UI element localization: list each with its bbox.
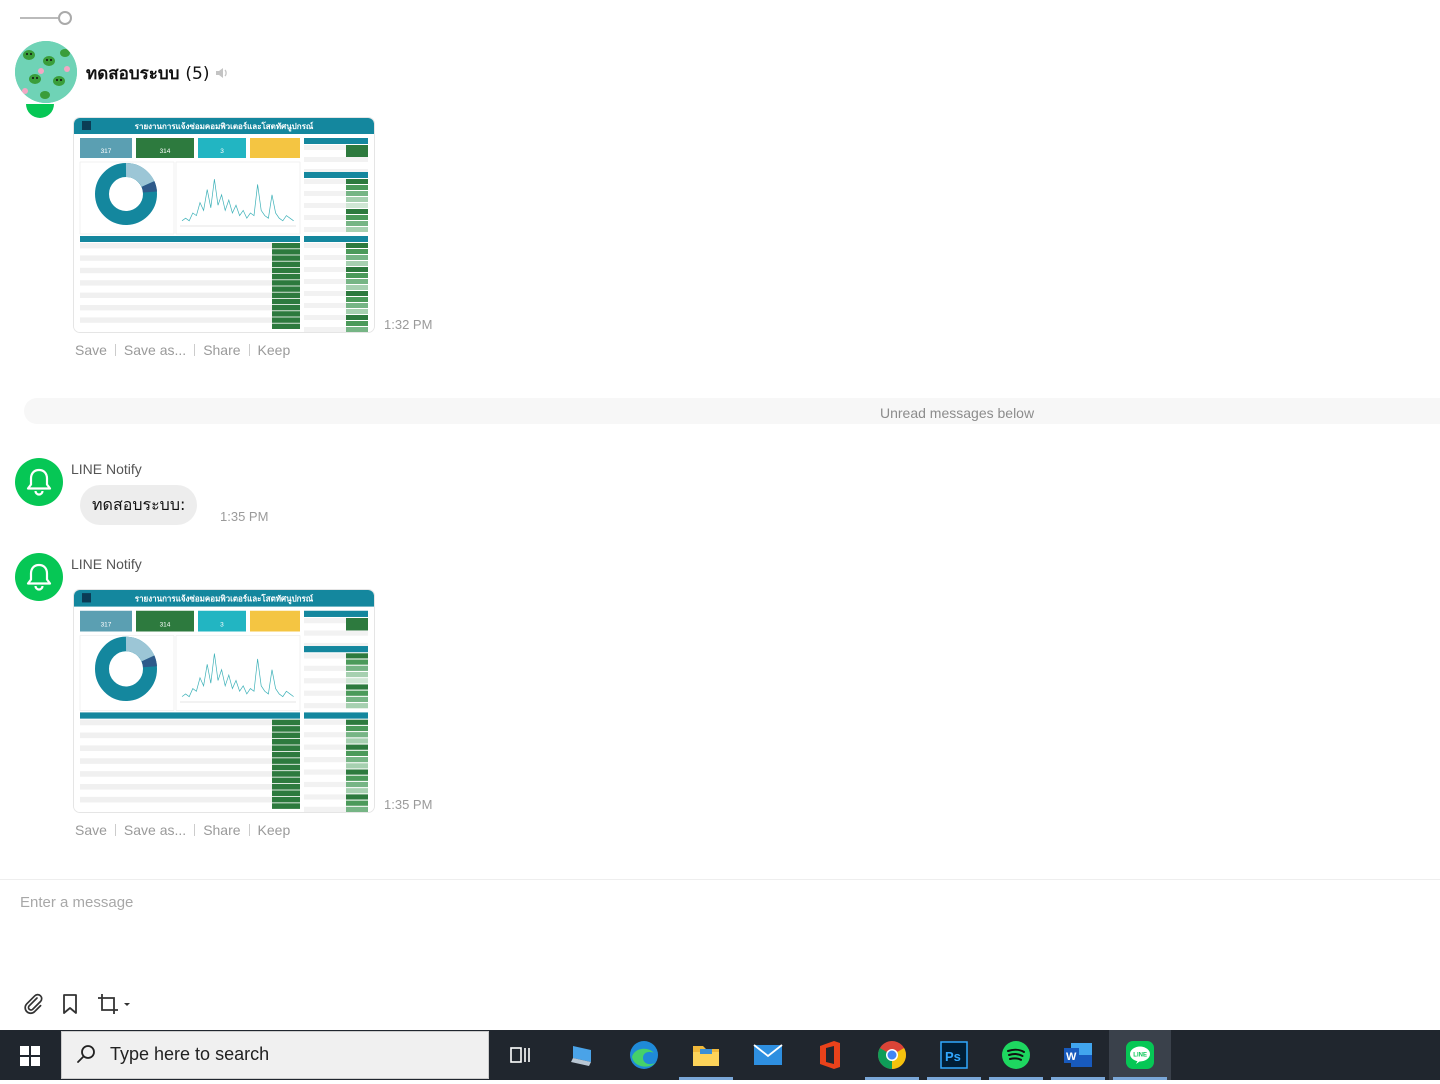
taskbar-app-word[interactable]: W bbox=[1047, 1030, 1109, 1080]
task-view-icon bbox=[510, 1047, 530, 1063]
unread-divider-text: Unread messages below bbox=[880, 405, 1035, 421]
word-icon: W bbox=[1064, 1043, 1092, 1067]
search-placeholder: Type here to search bbox=[110, 1044, 270, 1064]
start-button[interactable] bbox=[0, 1030, 60, 1080]
taskbar-app-line[interactable]: LINE bbox=[1109, 1030, 1171, 1080]
line-notify-avatar[interactable] bbox=[15, 553, 63, 601]
line-app-icon: LINE bbox=[1126, 1041, 1154, 1069]
report-image-thumbnail[interactable]: รายงานการแจ้งซ่อมคอมพิวเตอร์และโสตทัศนูป… bbox=[74, 590, 374, 812]
message-time: 1:32 PM bbox=[384, 317, 433, 332]
message-text: ทดสอบระบบ: bbox=[92, 494, 186, 514]
divider bbox=[114, 824, 116, 836]
keep-button[interactable]: Keep bbox=[258, 822, 291, 838]
share-button[interactable]: Share bbox=[203, 342, 240, 358]
kpi-value: 3 bbox=[220, 621, 224, 628]
save-button[interactable]: Save bbox=[75, 822, 107, 838]
photoshop-icon: Ps bbox=[940, 1041, 968, 1069]
line-notify-avatar[interactable] bbox=[15, 458, 63, 506]
bell-icon bbox=[26, 563, 52, 591]
search-icon bbox=[77, 1045, 95, 1063]
report-dashboard-image: รายงานการแจ้งซ่อมคอมพิวเตอร์และโสตทัศนูป… bbox=[74, 118, 374, 332]
edge-icon bbox=[630, 1041, 658, 1069]
screenshot-crop-icon[interactable] bbox=[96, 992, 132, 1016]
kpi-value: 3 bbox=[220, 148, 224, 155]
previous-sender-avatar-edge bbox=[26, 104, 54, 120]
divider bbox=[114, 344, 116, 356]
computer-icon bbox=[571, 1046, 591, 1066]
taskbar-app-office[interactable] bbox=[799, 1030, 861, 1080]
svg-text:Ps: Ps bbox=[945, 1049, 961, 1064]
taskbar-app-desktop[interactable] bbox=[551, 1030, 613, 1080]
office-icon bbox=[820, 1041, 840, 1069]
message-time: 1:35 PM bbox=[220, 509, 269, 524]
chat-title: ทดสอบระบบ (5) bbox=[86, 60, 209, 87]
kpi-value: 314 bbox=[160, 148, 171, 155]
save-button[interactable]: Save bbox=[75, 342, 107, 358]
taskbar-app-edge[interactable] bbox=[613, 1030, 675, 1080]
group-avatar[interactable] bbox=[15, 41, 77, 103]
paperclip-icon[interactable] bbox=[21, 992, 45, 1016]
message-bubble[interactable]: ทดสอบระบบ: bbox=[80, 485, 198, 525]
message-time: 1:35 PM bbox=[384, 797, 433, 812]
report-dashboard-image: รายงานการแจ้งซ่อมคอมพิวเตอร์และโสตทัศนูป… bbox=[74, 590, 374, 812]
taskbar-app-file-explorer[interactable] bbox=[675, 1030, 737, 1080]
kpi-value: 314 bbox=[160, 621, 171, 628]
kpi-value: 317 bbox=[101, 148, 112, 155]
keep-button[interactable]: Keep bbox=[258, 342, 291, 358]
taskbar-app-mail[interactable] bbox=[737, 1030, 799, 1080]
speaker-icon[interactable] bbox=[214, 65, 230, 81]
share-button[interactable]: Share bbox=[203, 822, 240, 838]
taskbar-app-chrome[interactable] bbox=[861, 1030, 923, 1080]
chrome-icon bbox=[878, 1041, 906, 1069]
zoom-slider-track[interactable] bbox=[20, 17, 58, 19]
windows-icon bbox=[20, 1046, 40, 1066]
divider bbox=[194, 824, 196, 836]
group-name: ทดสอบระบบ bbox=[86, 64, 180, 84]
unread-divider bbox=[24, 398, 1440, 424]
divider bbox=[248, 824, 250, 836]
svg-text:LINE: LINE bbox=[1133, 1053, 1147, 1059]
save-as-button[interactable]: Save as... bbox=[124, 822, 186, 838]
mail-icon bbox=[753, 1044, 783, 1065]
folder-icon bbox=[693, 1046, 719, 1066]
report-title: รายงานการแจ้งซ่อมคอมพิวเตอร์และโสตทัศนูป… bbox=[135, 593, 314, 604]
report-title: รายงานการแจ้งซ่อมคอมพิวเตอร์และโสตทัศนูป… bbox=[135, 121, 314, 132]
save-as-button[interactable]: Save as... bbox=[124, 342, 186, 358]
report-image-thumbnail[interactable]: รายงานการแจ้งซ่อมคอมพิวเตอร์และโสตทัศนูป… bbox=[74, 118, 374, 332]
bell-icon bbox=[26, 468, 52, 496]
svg-text:W: W bbox=[1066, 1051, 1077, 1063]
member-count: (5) bbox=[185, 64, 210, 84]
taskbar-app-photoshop[interactable]: Ps bbox=[923, 1030, 985, 1080]
zoom-slider-knob[interactable] bbox=[58, 11, 72, 25]
spotify-icon bbox=[1002, 1041, 1030, 1069]
message-input[interactable] bbox=[18, 893, 1422, 912]
divider bbox=[194, 344, 196, 356]
image-actions: Save Save as... Share Keep bbox=[75, 342, 290, 358]
task-view-button[interactable] bbox=[489, 1030, 551, 1080]
divider bbox=[248, 344, 250, 356]
sender-name: LINE Notify bbox=[71, 461, 142, 477]
composer-divider bbox=[0, 879, 1440, 880]
image-actions: Save Save as... Share Keep bbox=[75, 822, 290, 838]
taskbar-app-spotify[interactable] bbox=[985, 1030, 1047, 1080]
sender-name: LINE Notify bbox=[71, 556, 142, 572]
bookmark-icon[interactable] bbox=[58, 992, 82, 1016]
kpi-value: 317 bbox=[101, 621, 112, 628]
